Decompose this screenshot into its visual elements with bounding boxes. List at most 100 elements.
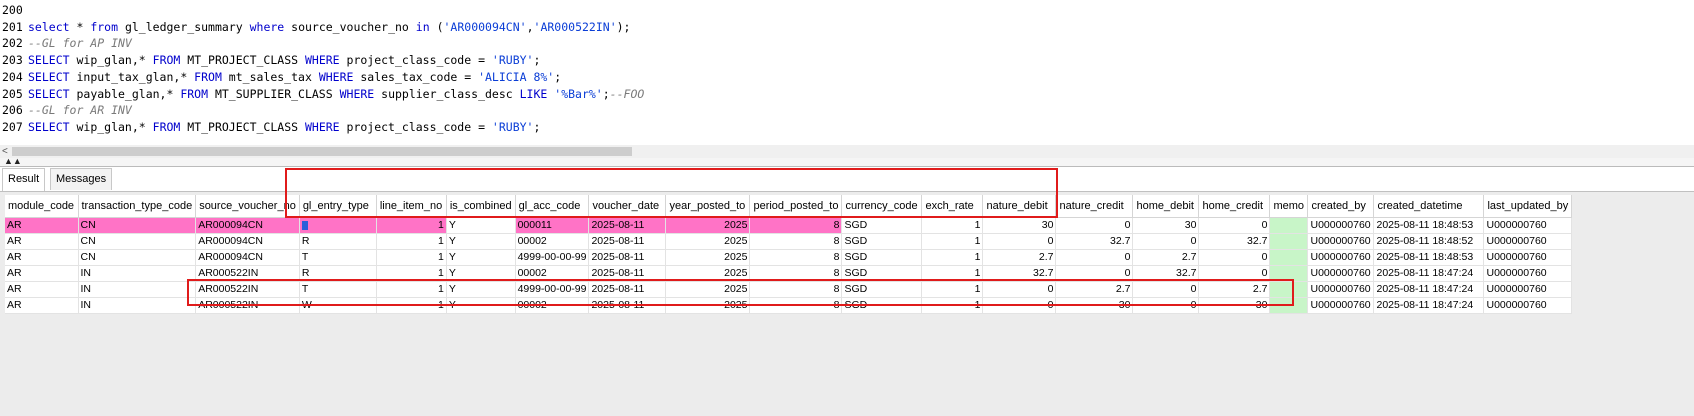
cell-gl-entry-type[interactable]: W <box>299 297 377 314</box>
cell-gl-entry-type[interactable]: T <box>299 249 377 266</box>
cell-created-datetime[interactable]: 2025-08-11 18:47:24 <box>1373 265 1485 282</box>
cell-module-code[interactable]: AR <box>5 297 79 314</box>
table-row[interactable]: AR IN AR000522IN T 1 Y 4999-00-00-99 2025-08-11… <box>5 281 1573 298</box>
cell-gl-entry-type[interactable]: T <box>299 281 377 298</box>
code-line[interactable]: 206 --GL for AR INV <box>0 101 132 119</box>
cell-transaction-type-code[interactable]: CN <box>78 233 197 250</box>
cell-exch-rate[interactable]: 1 <box>921 265 984 282</box>
cell-module-code[interactable]: AR <box>5 233 79 250</box>
column-header-period-posted-to[interactable]: period_posted_to <box>749 195 843 218</box>
table-row[interactable]: AR CN AR000094CN T 1 Y 4999-00-00-99 2025-08-11… <box>5 249 1573 266</box>
cell-year-posted-to[interactable]: 2025 <box>665 233 751 250</box>
column-header-module-code[interactable]: module_code <box>5 195 79 218</box>
cell-exch-rate[interactable]: 1 <box>921 281 984 298</box>
table-row[interactable]: AR CN AR000094CN 1 Y 000011 2025-08-11 2025 8 SGD… <box>5 217 1573 234</box>
column-header-exch-rate[interactable]: exch_rate <box>921 195 984 218</box>
cell-memo[interactable] <box>1269 249 1309 266</box>
cell-last-updated-by[interactable]: U000000760 <box>1483 249 1573 266</box>
column-header-memo[interactable]: memo <box>1269 195 1309 218</box>
cell-memo[interactable] <box>1269 281 1309 298</box>
cell-transaction-type-code[interactable]: IN <box>78 297 197 314</box>
collapse-arrows-icon[interactable]: ▲▲ <box>4 157 22 166</box>
cell-home-debit[interactable]: 2.7 <box>1132 249 1200 266</box>
column-header-home-credit[interactable]: home_credit <box>1198 195 1271 218</box>
column-header-last-updated-by[interactable]: last_updated_by <box>1483 195 1573 218</box>
cell-voucher-date[interactable]: 2025-08-11 <box>588 281 667 298</box>
cell-line-item-no[interactable]: 1 <box>376 297 447 314</box>
cell-created-by[interactable]: U000000760 <box>1307 281 1375 298</box>
cell-exch-rate[interactable]: 1 <box>921 233 984 250</box>
scrollbar-thumb[interactable] <box>12 147 632 156</box>
cell-period-posted-to[interactable]: 8 <box>749 265 843 282</box>
cell-gl-acc-code[interactable]: 4999-00-00-99 <box>515 281 590 298</box>
code-line[interactable]: 207 SELECT wip_glan,* FROM MT_PROJECT_CLA… <box>0 118 540 136</box>
cell-gl-acc-code[interactable]: 00002 <box>515 265 590 282</box>
table-row[interactable]: AR CN AR000094CN R 1 Y 00002 2025-08-11 2025 8 SGD… <box>5 233 1573 250</box>
cell-nature-debit[interactable]: 0 <box>982 297 1057 314</box>
cell-home-credit[interactable]: 32.7 <box>1198 233 1271 250</box>
cell-exch-rate[interactable]: 1 <box>921 297 984 314</box>
cell-created-by[interactable]: U000000760 <box>1307 233 1375 250</box>
cell-nature-debit[interactable]: 32.7 <box>982 265 1057 282</box>
cell-is-combined[interactable]: Y <box>446 217 516 234</box>
column-header-nature-credit[interactable]: nature_credit <box>1055 195 1134 218</box>
tab-messages[interactable]: Messages <box>50 168 113 190</box>
table-row[interactable]: AR IN AR000522IN W 1 Y 00002 2025-08-11 2025 8 SGD… <box>5 297 1573 314</box>
cell-is-combined[interactable]: Y <box>446 249 516 266</box>
cell-home-debit[interactable]: 0 <box>1132 281 1200 298</box>
cell-voucher-date[interactable]: 2025-08-11 <box>588 297 667 314</box>
cell-module-code[interactable]: AR <box>5 217 79 234</box>
cell-exch-rate[interactable]: 1 <box>921 217 984 234</box>
cell-line-item-no[interactable]: 1 <box>376 281 447 298</box>
code-line[interactable]: 202 --GL for AP INV <box>0 34 132 52</box>
cell-line-item-no[interactable]: 1 <box>376 233 447 250</box>
column-header-gl-acc-code[interactable]: gl_acc_code <box>515 195 590 218</box>
cell-home-debit[interactable]: 0 <box>1132 233 1200 250</box>
cell-is-combined[interactable]: Y <box>446 233 516 250</box>
cell-voucher-date[interactable]: 2025-08-11 <box>588 265 667 282</box>
cell-year-posted-to[interactable]: 2025 <box>665 265 751 282</box>
cell-line-item-no[interactable]: 1 <box>376 249 447 266</box>
cell-currency-code[interactable]: SGD <box>841 217 923 234</box>
cell-voucher-date[interactable]: 2025-08-11 <box>588 249 667 266</box>
cell-created-by[interactable]: U000000760 <box>1307 265 1375 282</box>
cell-nature-credit[interactable]: 0 <box>1055 217 1134 234</box>
cell-nature-credit[interactable]: 0 <box>1055 249 1134 266</box>
table-row[interactable]: AR IN AR000522IN R 1 Y 00002 2025-08-11 2025 8 SGD… <box>5 265 1573 282</box>
cell-created-datetime[interactable]: 2025-08-11 18:48:53 <box>1373 217 1485 234</box>
cell-memo[interactable] <box>1269 233 1309 250</box>
cell-source-voucher-no[interactable]: AR000094CN <box>195 249 300 266</box>
cell-home-debit[interactable]: 30 <box>1132 217 1200 234</box>
cell-period-posted-to[interactable]: 8 <box>749 233 843 250</box>
cell-transaction-type-code[interactable]: IN <box>78 281 197 298</box>
cell-nature-debit[interactable]: 30 <box>982 217 1057 234</box>
cell-module-code[interactable]: AR <box>5 249 79 266</box>
column-header-source-voucher-no[interactable]: source_voucher_no <box>195 195 300 218</box>
cell-home-credit[interactable]: 0 <box>1198 265 1271 282</box>
cell-memo[interactable] <box>1269 297 1309 314</box>
cell-source-voucher-no[interactable]: AR000522IN <box>195 265 300 282</box>
cell-gl-entry-type[interactable]: R <box>299 265 377 282</box>
cell-currency-code[interactable]: SGD <box>841 297 923 314</box>
cell-line-item-no[interactable]: 1 <box>376 265 447 282</box>
cell-nature-credit[interactable]: 0 <box>1055 265 1134 282</box>
cell-nature-debit[interactable]: 0 <box>982 233 1057 250</box>
column-header-home-debit[interactable]: home_debit <box>1132 195 1200 218</box>
cell-voucher-date[interactable]: 2025-08-11 <box>588 233 667 250</box>
cell-nature-credit[interactable]: 30 <box>1055 297 1134 314</box>
cell-home-debit[interactable]: 0 <box>1132 297 1200 314</box>
cell-currency-code[interactable]: SGD <box>841 281 923 298</box>
cell-home-credit[interactable]: 30 <box>1198 297 1271 314</box>
cell-year-posted-to[interactable]: 2025 <box>665 297 751 314</box>
cell-is-combined[interactable]: Y <box>446 297 516 314</box>
code-line[interactable]: 200 <box>0 1 28 19</box>
cell-source-voucher-no[interactable]: AR000094CN <box>195 233 300 250</box>
cell-created-by[interactable]: U000000760 <box>1307 249 1375 266</box>
cell-exch-rate[interactable]: 1 <box>921 249 984 266</box>
cell-transaction-type-code[interactable]: CN <box>78 249 197 266</box>
code-line[interactable]: 203 SELECT wip_glan,* FROM MT_PROJECT_CLA… <box>0 51 540 69</box>
cell-year-posted-to[interactable]: 2025 <box>665 281 751 298</box>
cell-is-combined[interactable]: Y <box>446 265 516 282</box>
cell-nature-debit[interactable]: 2.7 <box>982 249 1057 266</box>
cell-source-voucher-no[interactable]: AR000522IN <box>195 297 300 314</box>
